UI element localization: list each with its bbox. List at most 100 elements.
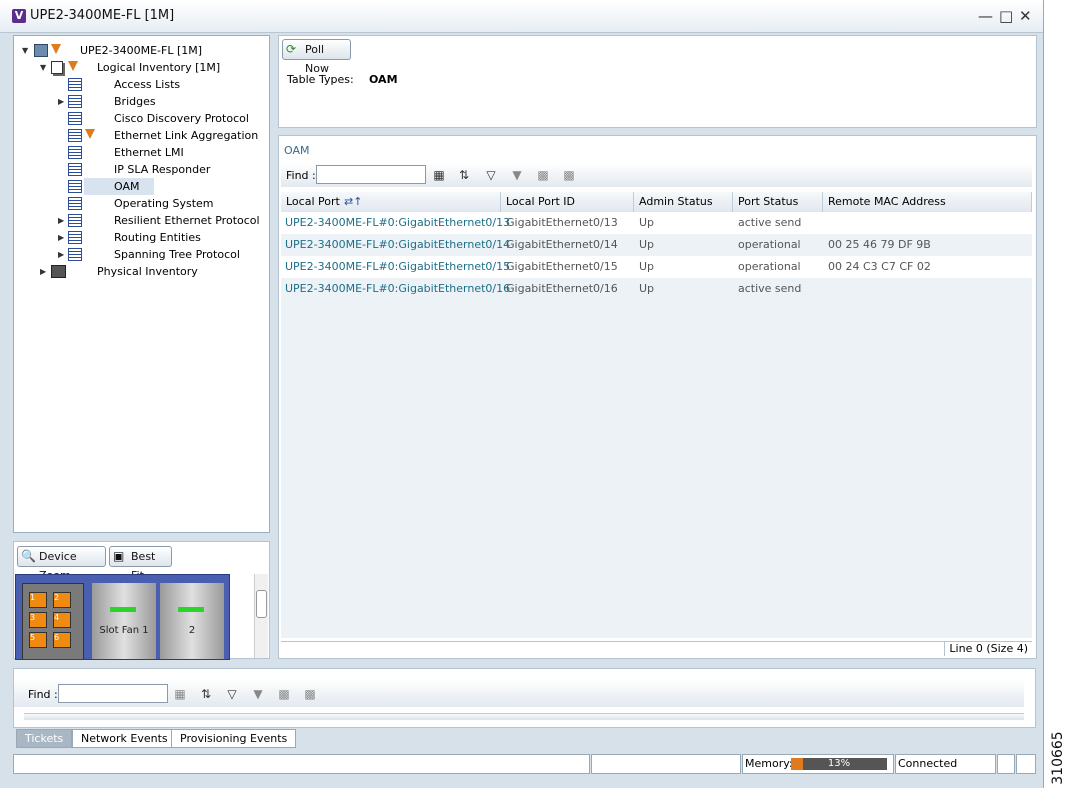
status-extra-2: [1016, 754, 1036, 774]
fit-icon: ▣: [113, 549, 125, 563]
tree-item[interactable]: Access Lists: [14, 76, 269, 93]
tree-root-label: UPE2-3400ME-FL [1M]: [80, 44, 203, 57]
tree-logical-inventory[interactable]: ▼ Logical Inventory [1M]: [14, 59, 269, 76]
columns-icon[interactable]: ▩: [302, 686, 318, 702]
column-header-admin-status[interactable]: Admin Status: [634, 192, 733, 212]
tree-item[interactable]: ▶ Resilient Ethernet Protocol: [14, 212, 269, 229]
port[interactable]: 5: [29, 632, 47, 648]
port[interactable]: 6: [53, 632, 71, 648]
slot-2-module[interactable]: 2: [160, 583, 224, 659]
memory-bar: 13%: [791, 758, 887, 770]
port[interactable]: 4: [53, 612, 71, 628]
tree-item[interactable]: Ethernet Link Aggregation: [14, 127, 269, 144]
chassis-view[interactable]: 1 2 3 4 5 6 Slot Fan 1 2: [15, 574, 230, 660]
tree-item-label: Routing Entities: [114, 231, 201, 244]
advanced-filter-icon[interactable]: ▼: [509, 167, 525, 183]
tree-root[interactable]: ▼ UPE2-3400ME-FL [1M]: [14, 42, 269, 59]
tab-provisioning-events[interactable]: Provisioning Events: [171, 729, 297, 748]
events-panel: Find : ▦ ⇅ ▽ ▼ ▩ ▩: [13, 668, 1036, 728]
columns-icon[interactable]: ▩: [561, 167, 577, 183]
tree-item-label: OAM: [114, 180, 140, 193]
port[interactable]: 2: [53, 592, 71, 608]
tree-physical-inventory[interactable]: ▶ Physical Inventory: [14, 263, 269, 280]
port[interactable]: 1: [29, 592, 47, 608]
table-icon: [68, 248, 82, 261]
expand-arrow-icon[interactable]: ▶: [58, 229, 64, 246]
column-header-remote-mac[interactable]: Remote MAC Address: [823, 192, 1032, 212]
tree-item[interactable]: ▶ Routing Entities: [14, 229, 269, 246]
table-row[interactable]: UPE2-3400ME-FL#0:GigabitEthernet0/13 Gig…: [281, 212, 1032, 234]
tree-item[interactable]: ▶ Spanning Tree Protocol: [14, 246, 269, 263]
events-find-input[interactable]: [58, 684, 168, 703]
vertical-scrollbar[interactable]: [254, 574, 268, 658]
device-zoom-button[interactable]: 🔍 Device Zoom: [17, 546, 106, 582]
expand-arrow-icon[interactable]: ▶: [58, 93, 64, 110]
connection-label: Connected: [898, 757, 958, 770]
title-bar: V UPE2-3400ME-FL [1M] — □ ✕: [0, 0, 1043, 33]
tree-item-label: Resilient Ethernet Protocol: [114, 214, 260, 227]
column-header-local-port[interactable]: Local Port ⇄↑: [281, 192, 501, 212]
advanced-filter-icon[interactable]: ▼: [250, 686, 266, 702]
tree-item[interactable]: ▶ Bridges: [14, 93, 269, 110]
sort-az-icon[interactable]: ⇅: [456, 167, 472, 183]
port-module[interactable]: 1 2 3 4 5 6: [22, 583, 84, 659]
tree-item-label: Cisco Discovery Protocol: [114, 112, 249, 125]
port-status-cell: active send: [738, 282, 802, 295]
filter-icon[interactable]: ▽: [483, 167, 499, 183]
expand-arrow-icon[interactable]: ▶: [58, 246, 64, 263]
admin-status-cell: Up: [639, 282, 655, 295]
port-status-cell: operational: [738, 238, 801, 251]
export-icon[interactable]: ▩: [276, 686, 292, 702]
device-icon: [34, 44, 48, 57]
maximize-icon[interactable]: □: [999, 7, 1013, 25]
expand-arrow-icon[interactable]: ▶: [40, 263, 46, 280]
save-table-icon[interactable]: ▦: [431, 167, 447, 183]
column-header-local-port-id[interactable]: Local Port ID: [501, 192, 634, 212]
minimize-icon[interactable]: —: [978, 7, 993, 25]
sort-indicator-icon: ⇄↑: [344, 195, 363, 208]
column-header-port-status[interactable]: Port Status: [733, 192, 823, 212]
slot-2-label: 2: [188, 625, 196, 636]
sort-az-icon[interactable]: ⇅: [198, 686, 214, 702]
port[interactable]: 3: [29, 612, 47, 628]
tab-network-events[interactable]: Network Events: [72, 729, 177, 748]
local-port-link[interactable]: UPE2-3400ME-FL#0:GigabitEthernet0/13: [281, 212, 510, 234]
tree-item-label: Operating System: [114, 197, 214, 210]
table-types-label: Table Types:: [287, 73, 354, 86]
device-view-panel: 🔍 Device Zoom ▣ Best Fit 1 2 3 4 5 6 Slo…: [13, 541, 270, 660]
properties-panel: ⟳ Poll Now Table Types: OAM: [278, 35, 1037, 128]
poll-now-button[interactable]: ⟳ Poll Now: [282, 39, 351, 75]
slot-fan-module[interactable]: Slot Fan 1: [92, 583, 156, 659]
connection-status: Connected: [895, 754, 996, 774]
table-icon: [68, 95, 82, 108]
collapse-arrow-icon[interactable]: ▼: [22, 42, 28, 59]
scrollbar-thumb[interactable]: [256, 590, 267, 618]
export-icon[interactable]: ▩: [535, 167, 551, 183]
find-input[interactable]: [316, 165, 426, 184]
fan-status-led: [110, 607, 136, 612]
tree-item[interactable]: Cisco Discovery Protocol: [14, 110, 269, 127]
table-row[interactable]: UPE2-3400ME-FL#0:GigabitEthernet0/16 Gig…: [281, 278, 1032, 300]
collapse-arrow-icon[interactable]: ▼: [40, 59, 46, 76]
magnifier-icon: 🔍: [21, 549, 36, 563]
tree-item-selected[interactable]: OAM: [84, 178, 154, 195]
table-row[interactable]: UPE2-3400ME-FL#0:GigabitEthernet0/15 Gig…: [281, 256, 1032, 278]
expand-arrow-icon[interactable]: ▶: [58, 212, 64, 229]
tree-item[interactable]: Ethernet LMI: [14, 144, 269, 161]
slot-status-led: [178, 607, 204, 612]
local-port-id-cell: GigabitEthernet0/15: [506, 260, 618, 273]
table-row[interactable]: UPE2-3400ME-FL#0:GigabitEthernet0/14 Gig…: [281, 234, 1032, 256]
tree-item[interactable]: IP SLA Responder: [14, 161, 269, 178]
close-icon[interactable]: ✕: [1019, 7, 1032, 25]
local-port-link[interactable]: UPE2-3400ME-FL#0:GigabitEthernet0/15: [281, 256, 510, 278]
best-fit-button[interactable]: ▣ Best Fit: [109, 546, 172, 582]
find-label: Find :: [28, 688, 58, 701]
filter-icon[interactable]: ▽: [224, 686, 240, 702]
tree-item-label: Access Lists: [114, 78, 181, 91]
save-table-icon[interactable]: ▦: [172, 686, 188, 702]
tree-item[interactable]: Operating System: [14, 195, 269, 212]
tab-tickets[interactable]: Tickets: [16, 729, 73, 748]
local-port-link[interactable]: UPE2-3400ME-FL#0:GigabitEthernet0/14: [281, 234, 510, 256]
oam-section-title: OAM: [284, 144, 310, 157]
local-port-link[interactable]: UPE2-3400ME-FL#0:GigabitEthernet0/16: [281, 278, 510, 300]
